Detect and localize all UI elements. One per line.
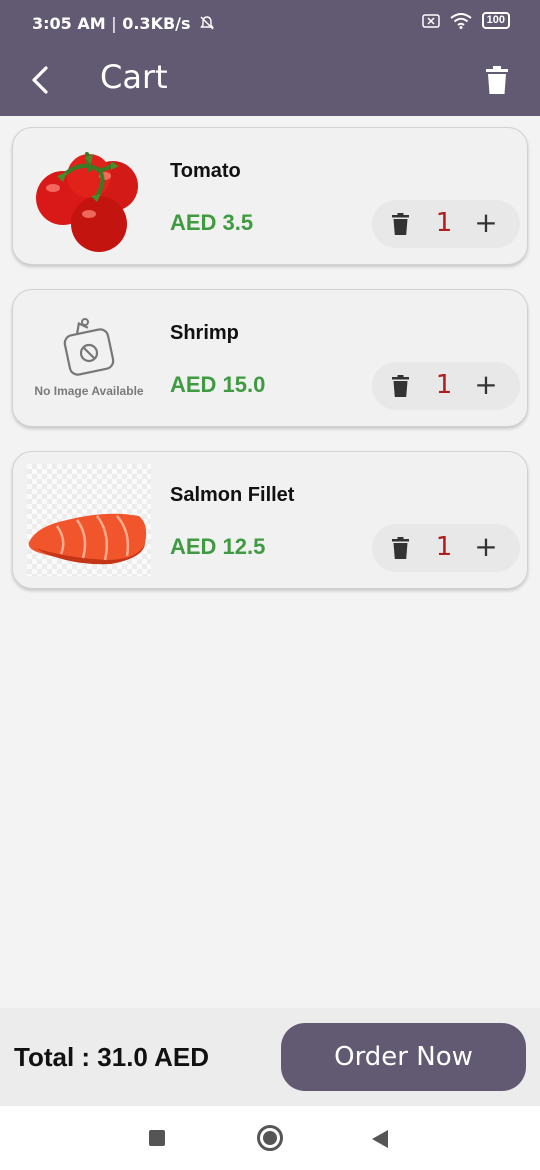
quantity-stepper: 1 + xyxy=(372,200,520,248)
status-icons: 100 xyxy=(421,12,510,29)
page-title: Cart xyxy=(100,58,168,96)
clear-cart-button[interactable] xyxy=(482,64,512,96)
product-image-tomato xyxy=(27,140,151,252)
no-image-placeholder: No Image Available xyxy=(27,302,151,414)
order-now-button[interactable]: Order Now xyxy=(281,1023,526,1091)
status-separator: | xyxy=(111,14,117,33)
chevron-left-icon xyxy=(32,66,48,94)
item-name: Shrimp xyxy=(170,322,239,344)
item-price: AED 12.5 xyxy=(170,534,266,559)
cart-footer: Total : 31.0 AED Order Now xyxy=(0,1008,540,1106)
status-time: 3:05 AM xyxy=(32,14,106,33)
back-button[interactable] xyxy=(26,60,54,100)
quantity-stepper: 1 + xyxy=(372,362,520,410)
product-image-salmon xyxy=(27,464,151,576)
total-label: Total : 31.0 AED xyxy=(14,1042,210,1072)
no-image-icon xyxy=(63,318,115,376)
trash-icon xyxy=(486,66,508,94)
product-image-placeholder: No Image Available xyxy=(27,302,151,414)
item-price: AED 15.0 xyxy=(170,372,266,397)
network-speed: 0.3KB/s xyxy=(122,14,191,33)
quantity-value: 1 xyxy=(435,370,453,400)
remove-item-button[interactable] xyxy=(388,374,412,398)
item-name: Salmon Fillet xyxy=(170,484,295,506)
increase-quantity-button[interactable]: + xyxy=(472,206,500,240)
mute-bell-icon xyxy=(200,16,215,30)
app-bar: Cart xyxy=(0,44,540,116)
remove-item-button[interactable] xyxy=(388,212,412,236)
cart-item: No Image Available Shrimp AED 15.0 1 + xyxy=(12,289,528,427)
status-time-area: 3:05 AM | 0.3KB/s xyxy=(32,14,215,33)
cart-item: Salmon Fillet AED 12.5 1 + xyxy=(12,451,528,589)
quantity-stepper: 1 + xyxy=(372,524,520,572)
cart-item: Tomato AED 3.5 1 + xyxy=(12,127,528,265)
remove-item-button[interactable] xyxy=(388,536,412,560)
back-triangle-icon[interactable] xyxy=(372,1130,388,1148)
item-price: AED 3.5 xyxy=(170,210,254,235)
no-image-label: No Image Available xyxy=(34,384,144,398)
battery-icon: 100 xyxy=(481,12,510,29)
quantity-value: 1 xyxy=(435,532,453,562)
status-bar: 3:05 AM | 0.3KB/s 100 xyxy=(0,0,540,44)
wifi-icon xyxy=(450,12,472,29)
quantity-value: 1 xyxy=(435,208,453,238)
recent-apps-icon[interactable] xyxy=(149,1130,165,1146)
item-name: Tomato xyxy=(170,160,241,182)
sim-off-icon xyxy=(421,13,440,28)
increase-quantity-button[interactable]: + xyxy=(472,368,500,402)
trash-icon xyxy=(391,375,409,397)
trash-icon xyxy=(391,537,409,559)
system-nav-bar xyxy=(0,1106,540,1170)
increase-quantity-button[interactable]: + xyxy=(472,530,500,564)
trash-icon xyxy=(391,213,409,235)
home-icon[interactable] xyxy=(257,1125,283,1151)
